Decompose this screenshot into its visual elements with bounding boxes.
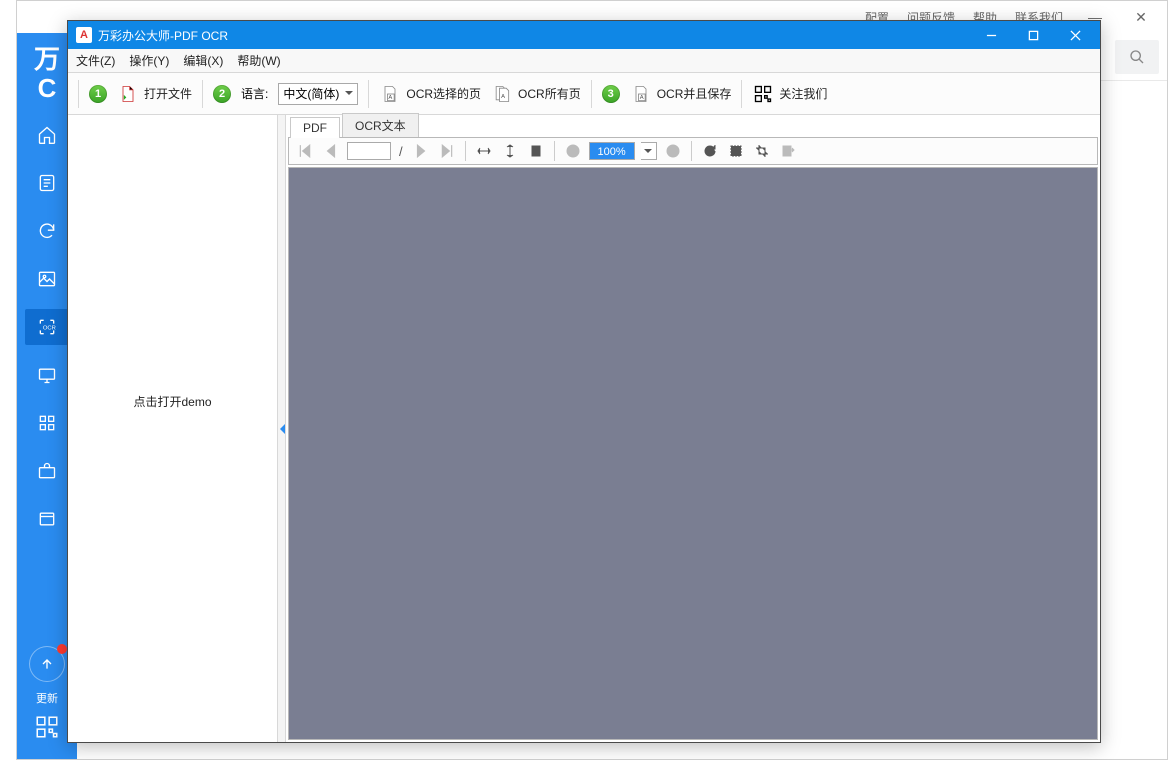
side-panel: 点击打开demo <box>68 115 278 742</box>
language-select[interactable]: 中文(简体) <box>278 83 358 105</box>
page-number-input[interactable] <box>347 142 391 160</box>
tab-pdf[interactable]: PDF <box>290 117 340 138</box>
next-page-button[interactable] <box>411 141 431 161</box>
pdf-ocr-window: 万彩办公大师-PDF OCR 文件(Z) 操作(Y) 编辑(X) 帮助(W) 1… <box>67 20 1101 743</box>
close-button[interactable] <box>1054 21 1096 49</box>
panel-splitter[interactable] <box>278 115 286 742</box>
export-button[interactable] <box>778 141 798 161</box>
zoom-out-button[interactable] <box>563 141 583 161</box>
maximize-button[interactable] <box>1012 21 1054 49</box>
rail-ocr-icon[interactable]: OCR <box>25 309 69 345</box>
app-icon <box>76 27 92 43</box>
rail-toolbox-icon[interactable] <box>25 453 69 489</box>
menu-file[interactable]: 文件(Z) <box>76 52 115 69</box>
follow-label: 关注我们 <box>779 85 827 102</box>
update-badge[interactable] <box>29 646 65 682</box>
ocr-selected-button[interactable]: A OCR选择的页 <box>379 83 481 105</box>
ocr-pages-icon: A <box>491 83 513 105</box>
open-file-label: 打开文件 <box>144 85 192 102</box>
rail-qr-icon[interactable] <box>34 714 60 745</box>
open-file-button[interactable]: 打开文件 <box>117 83 192 105</box>
svg-text:A: A <box>639 95 643 101</box>
open-demo-link[interactable]: 点击打开demo <box>133 393 211 410</box>
tabs: PDF OCR文本 <box>286 115 1100 137</box>
parent-close-button[interactable]: ✕ <box>1121 5 1161 30</box>
brand-logo: 万 C <box>34 45 60 105</box>
fit-page-button[interactable] <box>526 141 546 161</box>
search-button[interactable] <box>1115 40 1159 74</box>
svg-text:OCR: OCR <box>43 326 56 332</box>
ocr-page-icon: A <box>379 83 401 105</box>
zoom-dropdown[interactable] <box>641 142 657 160</box>
step-1-badge: 1 <box>89 85 107 103</box>
select-area-button[interactable] <box>726 141 746 161</box>
tab-ocr-text[interactable]: OCR文本 <box>342 113 419 137</box>
ocr-save-icon: A <box>630 83 652 105</box>
rotate-button[interactable] <box>700 141 720 161</box>
step-3-badge: 3 <box>602 85 620 103</box>
rail-home-icon[interactable] <box>25 117 69 153</box>
last-page-button[interactable] <box>437 141 457 161</box>
rail-screen-icon[interactable] <box>25 357 69 393</box>
menu-bar: 文件(Z) 操作(Y) 编辑(X) 帮助(W) <box>68 49 1100 73</box>
update-label: 更新 <box>36 690 58 706</box>
ocr-all-button[interactable]: A OCR所有页 <box>491 83 581 105</box>
ocr-save-button[interactable]: A OCR并且保存 <box>630 83 732 105</box>
language-label: 语言: <box>241 85 268 102</box>
title-bar[interactable]: 万彩办公大师-PDF OCR <box>68 21 1100 49</box>
menu-help[interactable]: 帮助(W) <box>237 52 280 69</box>
rail-pdf-icon[interactable] <box>25 165 69 201</box>
rail-apps-icon[interactable] <box>25 405 69 441</box>
rail-window-icon[interactable] <box>25 501 69 537</box>
crop-button[interactable] <box>752 141 772 161</box>
first-page-button[interactable] <box>295 141 315 161</box>
tool-bar: 1 打开文件 2 语言: 中文(简体) A OCR选择的页 A OCR所有页 3… <box>68 73 1100 115</box>
page-separator: / <box>397 144 405 159</box>
fit-height-button[interactable] <box>500 141 520 161</box>
page-toolbar: / 100% <box>288 137 1098 165</box>
ocr-save-label: OCR并且保存 <box>657 85 732 102</box>
rail-image-icon[interactable] <box>25 261 69 297</box>
rail-refresh-icon[interactable] <box>25 213 69 249</box>
menu-edit[interactable]: 编辑(X) <box>183 52 223 69</box>
svg-text:A: A <box>501 94 505 100</box>
zoom-in-button[interactable] <box>663 141 683 161</box>
zoom-value[interactable]: 100% <box>589 142 635 160</box>
ocr-all-label: OCR所有页 <box>518 85 581 102</box>
menu-operate[interactable]: 操作(Y) <box>129 52 169 69</box>
ocr-selected-label: OCR选择的页 <box>406 85 481 102</box>
window-title: 万彩办公大师-PDF OCR <box>98 27 228 44</box>
step-2-badge: 2 <box>213 85 231 103</box>
follow-us-button[interactable]: 关注我们 <box>752 83 827 105</box>
svg-text:A: A <box>389 95 393 101</box>
fit-width-button[interactable] <box>474 141 494 161</box>
qr-icon <box>752 83 774 105</box>
minimize-button[interactable] <box>970 21 1012 49</box>
open-file-icon <box>117 83 139 105</box>
pdf-viewer[interactable] <box>288 167 1098 740</box>
prev-page-button[interactable] <box>321 141 341 161</box>
